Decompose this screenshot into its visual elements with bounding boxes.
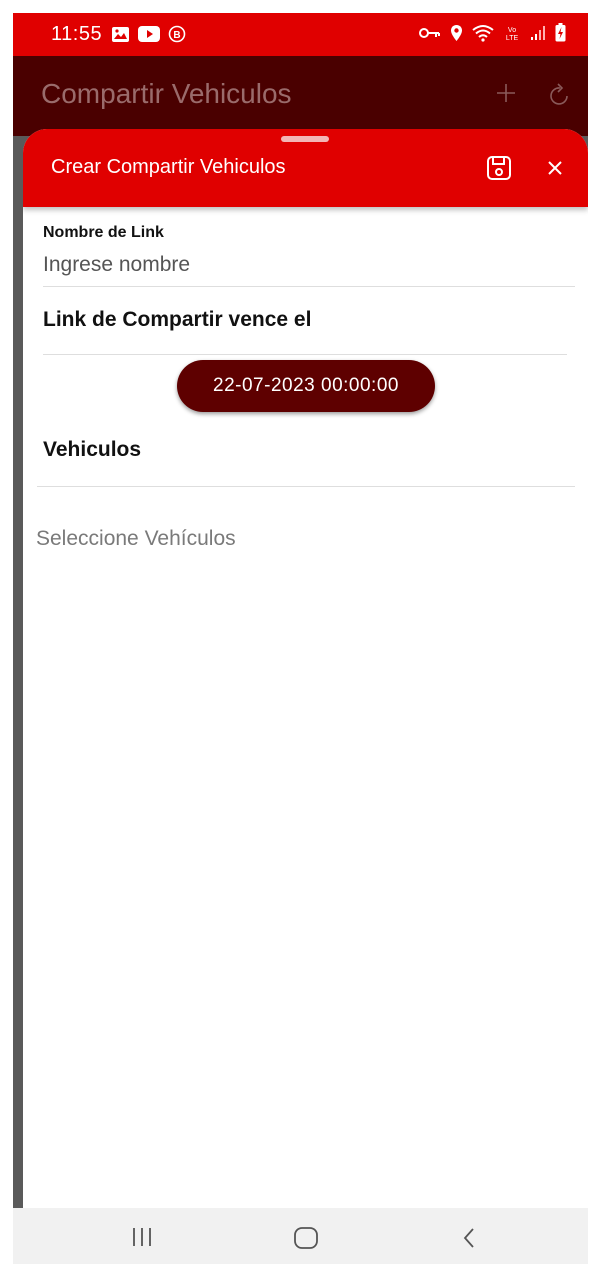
signal-icon <box>530 25 546 46</box>
svg-text:B: B <box>173 30 180 41</box>
app-bar: Compartir Vehiculos <box>13 56 588 136</box>
wifi-icon <box>472 24 494 47</box>
divider <box>43 286 575 287</box>
close-icon[interactable] <box>543 156 567 180</box>
back-icon[interactable] <box>461 1226 477 1255</box>
recents-icon[interactable] <box>131 1227 153 1252</box>
vehicles-select[interactable]: Seleccione Vehículos <box>36 527 236 551</box>
sheet-title: Crear Compartir Vehiculos <box>51 156 286 178</box>
youtube-icon <box>138 26 160 47</box>
create-share-sheet: Crear Compartir Vehiculos Nombre de Link… <box>23 129 588 1264</box>
volte-lte-icon: Vo LTE <box>503 24 521 47</box>
drag-handle[interactable] <box>281 136 329 142</box>
expiry-datetime-button[interactable]: 22-07-2023 00:00:00 <box>177 360 435 412</box>
vpn-key-icon <box>419 26 441 45</box>
svg-text:LTE: LTE <box>506 35 519 42</box>
system-nav-bar <box>13 1208 588 1264</box>
link-name-input[interactable] <box>43 245 573 285</box>
link-name-label: Nombre de Link <box>43 224 164 241</box>
sheet-header: Crear Compartir Vehiculos <box>23 129 588 207</box>
add-icon[interactable] <box>495 82 517 109</box>
expiry-section-title: Link de Compartir vence el <box>43 308 312 331</box>
vehicles-section-title: Vehiculos <box>43 438 142 461</box>
status-time: 11:55 <box>51 23 103 45</box>
home-icon[interactable] <box>293 1226 319 1255</box>
divider <box>43 354 567 355</box>
b-badge-icon: B <box>168 25 186 48</box>
divider <box>37 486 575 487</box>
svg-text:Vo: Vo <box>508 27 516 34</box>
battery-charging-icon <box>555 23 566 47</box>
status-bar: 11:55 B Vo LTE <box>13 13 588 56</box>
refresh-icon[interactable] <box>549 83 571 112</box>
app-title: Compartir Vehiculos <box>41 78 292 109</box>
save-icon[interactable] <box>485 154 513 182</box>
gallery-icon <box>111 26 130 48</box>
screen: 11:55 B Vo LTE Compartir Vehiculos Crear… <box>13 13 588 1264</box>
location-icon <box>450 24 463 47</box>
